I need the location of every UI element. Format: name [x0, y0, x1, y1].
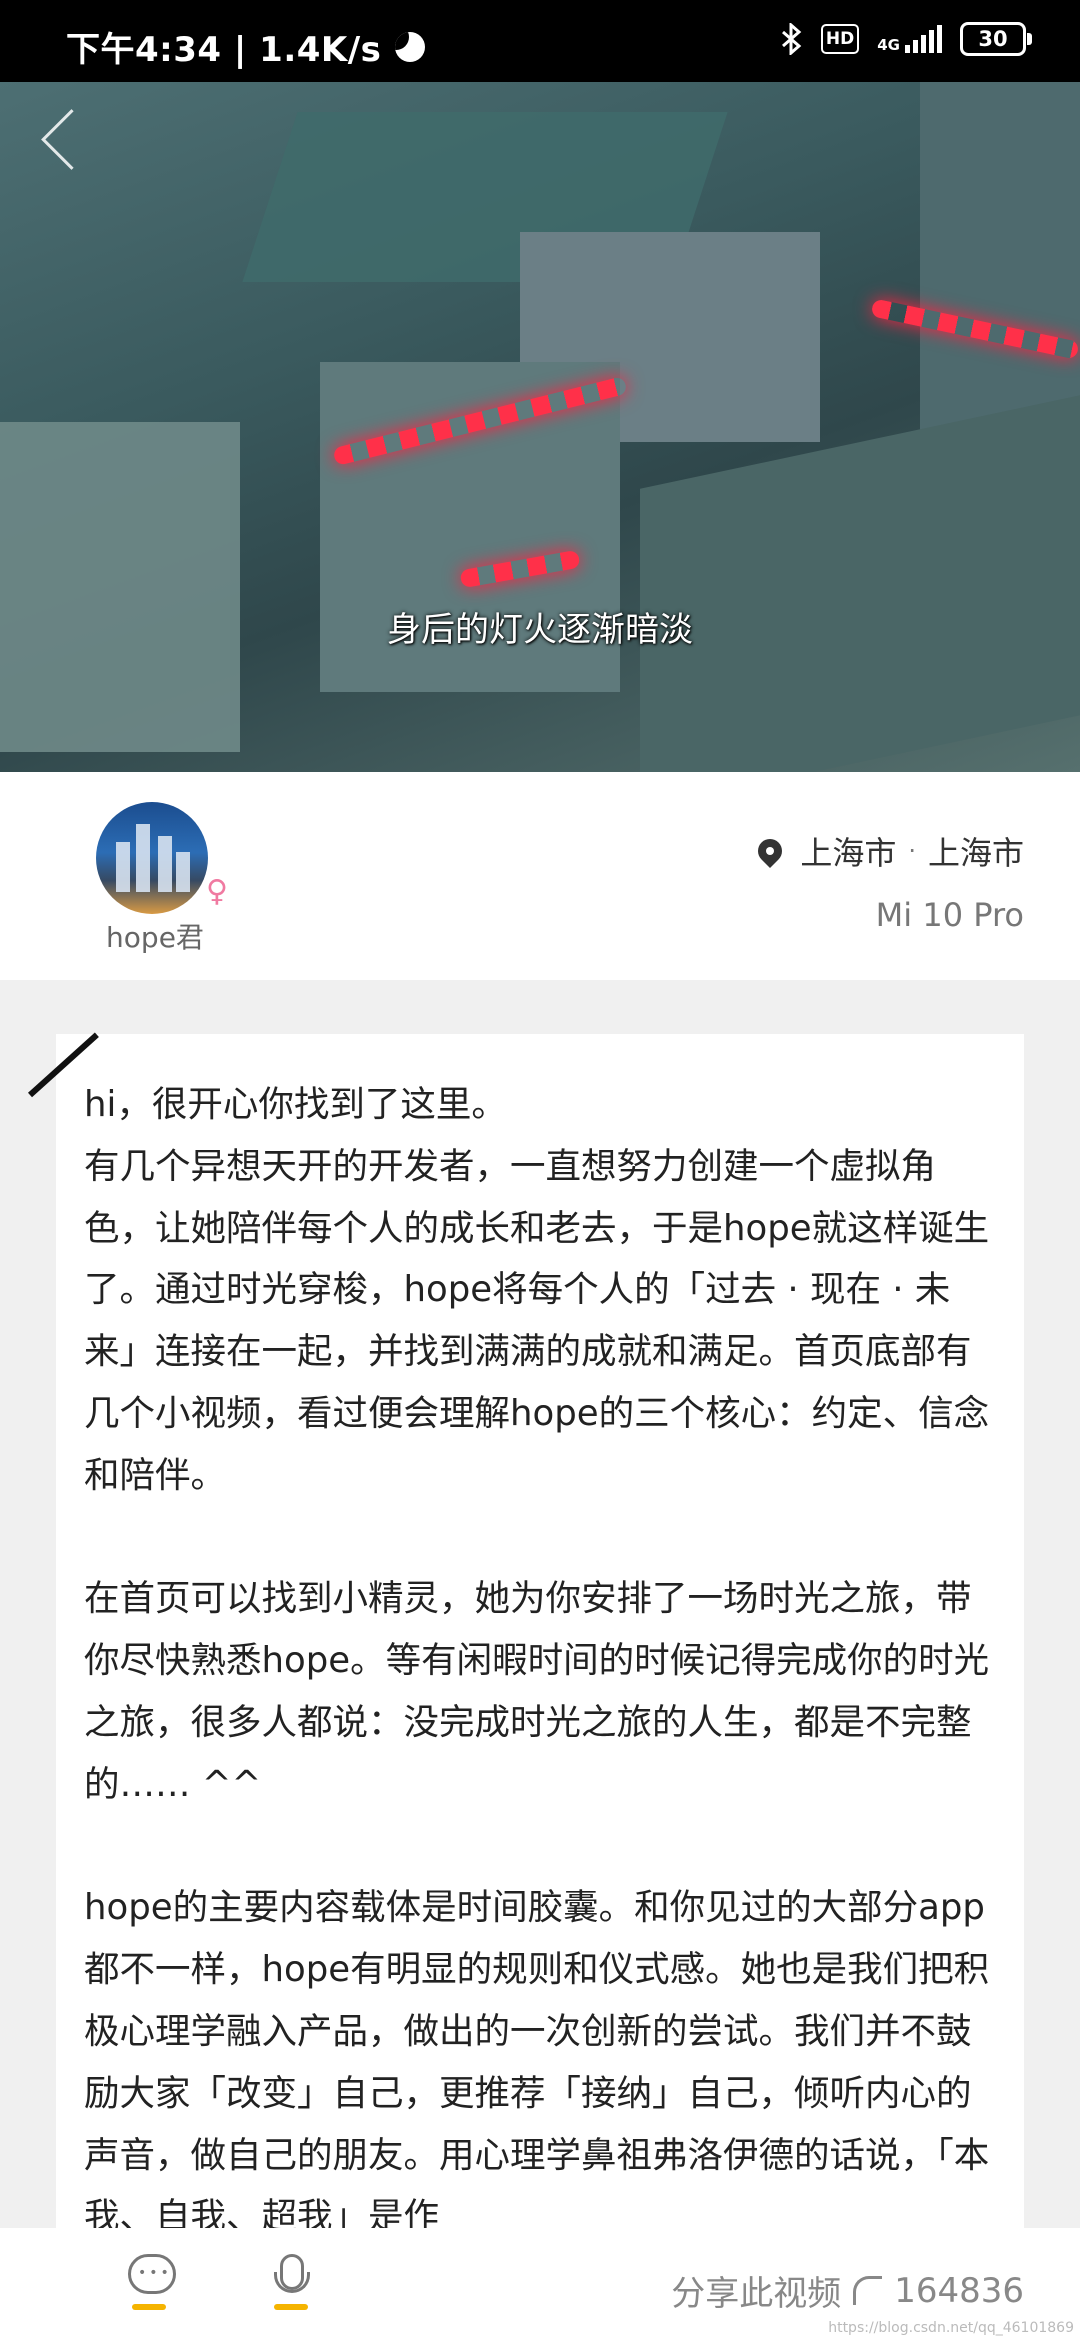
- content-text: hi，很开心你找到了这里。 有几个异想天开的开发者，一直想努力创建一个虚拟角色，…: [56, 1034, 1024, 2248]
- location: 上海市 · 上海市: [753, 828, 1024, 874]
- comment-button[interactable]: •••: [126, 2254, 176, 2310]
- video-frame-shape: [0, 422, 240, 752]
- status-bar: 下午4:34 | 1.4K/s HD 4G 30: [0, 0, 1080, 82]
- battery-icon: 30: [960, 22, 1032, 56]
- hd-icon: HD: [820, 24, 860, 54]
- share-count: 164836: [894, 2270, 1024, 2311]
- video-subtitle: 身后的灯火逐渐暗淡: [387, 610, 693, 650]
- watermark: https://blog.csdn.net/qq_46101869: [828, 2320, 1074, 2336]
- location-city: 上海市: [800, 834, 897, 872]
- female-gender-icon: ♀: [206, 874, 228, 909]
- content-paragraph: hi，很开心你找到了这里。 有几个异想天开的开发者，一直想努力创建一个虚拟角色，…: [84, 1084, 990, 1496]
- video-frame-shape: [920, 82, 1080, 442]
- author-name[interactable]: hope君: [80, 916, 230, 956]
- location-separator: ·: [908, 837, 916, 865]
- content-paragraph: 在首页可以找到小精灵，她为你安排了一场时光之旅，带你尽快熟悉hope。等有闲暇时…: [84, 1578, 990, 1805]
- location-city-2: 上海市: [927, 834, 1024, 872]
- device-model: Mi 10 Pro: [875, 896, 1024, 934]
- video-frame-shape: [640, 395, 1080, 772]
- status-time: 下午4:34 | 1.4K/s: [66, 30, 382, 70]
- status-right: HD 4G 30: [781, 22, 1032, 56]
- content-card: hi，很开心你找到了这里。 有几个异想天开的开发者，一直想努力创建一个虚拟角色，…: [56, 1034, 1024, 2237]
- share-label: 分享此视频: [671, 2274, 842, 2314]
- voice-underline: [274, 2304, 308, 2310]
- share-video-button[interactable]: 分享此视频 164836: [671, 2266, 1024, 2315]
- network-type: 4G: [877, 36, 900, 54]
- comment-underline: [132, 2304, 166, 2310]
- signal-icon: 4G: [877, 25, 942, 53]
- author-section: ♀ hope君 上海市 · 上海市 Mi 10 Pro: [0, 772, 1080, 980]
- voice-button[interactable]: [266, 2254, 316, 2310]
- status-left: 下午4:34 | 1.4K/s: [66, 22, 426, 71]
- avatar[interactable]: [96, 802, 208, 914]
- battery-level: 30: [978, 27, 1008, 51]
- share-icon: [853, 2276, 883, 2305]
- do-not-disturb-icon: [395, 31, 426, 62]
- location-pin-icon: [753, 834, 788, 868]
- bluetooth-icon: [781, 23, 802, 55]
- video-player[interactable]: [0, 82, 1080, 772]
- content-paragraph: hope的主要内容载体是时间胶囊。和你见过的大部分app都不一样，hope有明显…: [84, 1887, 990, 2238]
- bottom-bar: ••• 分享此视频 164836 https://blog.csdn.net/q…: [0, 2228, 1080, 2340]
